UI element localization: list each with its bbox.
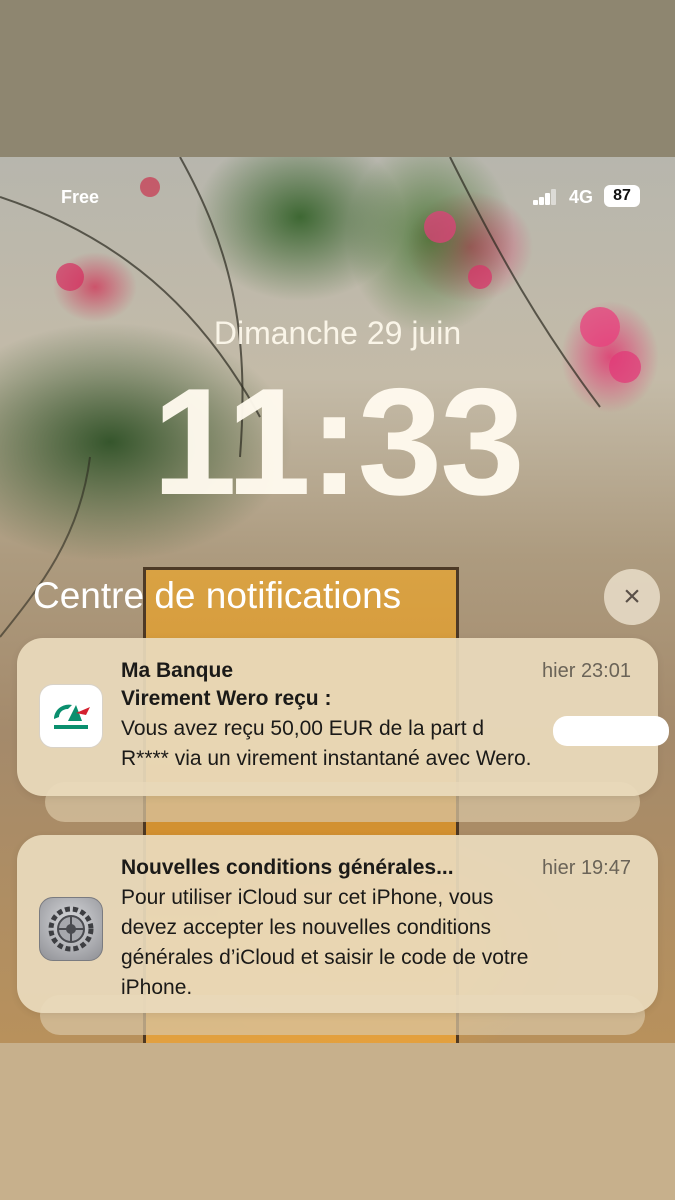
lock-clock: 11:33 <box>152 357 524 527</box>
carrier-label: Free <box>61 187 100 207</box>
screenshot-bottom-margin <box>0 1043 675 1200</box>
battery-icon: 87 <box>604 185 640 207</box>
notification-body-line: devez accepter les nouvelles conditions <box>121 916 492 939</box>
credit-agricole-icon <box>39 684 103 748</box>
notification-body-line: Pour utiliser iCloud sur cet iPhone, vou… <box>121 886 494 909</box>
notification-time: hier 19:47 <box>542 857 631 879</box>
screenshot-top-margin <box>0 0 675 157</box>
notification-title: Nouvelles conditions générales... <box>121 856 454 879</box>
notification-title: Virement Wero reçu : <box>121 687 332 710</box>
redaction-scribble <box>553 716 669 746</box>
notification-app-name: Ma Banque <box>121 659 234 682</box>
settings-gear-icon <box>39 897 103 961</box>
network-type: 4G <box>569 187 594 207</box>
lock-date: Dimanche 29 juin <box>213 315 462 351</box>
notification-body-line: générales d’iCloud et saisir le code de … <box>121 946 529 969</box>
notification-time: hier 23:01 <box>542 660 631 682</box>
notification-card-bank[interactable]: Ma Banque hier 23:01 Virement Wero reçu … <box>17 638 669 796</box>
close-icon[interactable]: × <box>604 569 660 625</box>
notification-card-icloud[interactable]: Nouvelles conditions générales... hier 1… <box>17 835 658 1013</box>
notification-center-title: Centre de notifications <box>33 575 402 616</box>
notification-body-line: R**** via un virement instantané avec We… <box>121 747 532 770</box>
lock-screen: Free 4G 87 Dimanche 29 juin 11:33 Centre… <box>0 157 675 1043</box>
signal-icon <box>533 189 557 205</box>
battery-level: 87 <box>613 187 631 204</box>
notification-body-line: iPhone. <box>121 976 193 999</box>
